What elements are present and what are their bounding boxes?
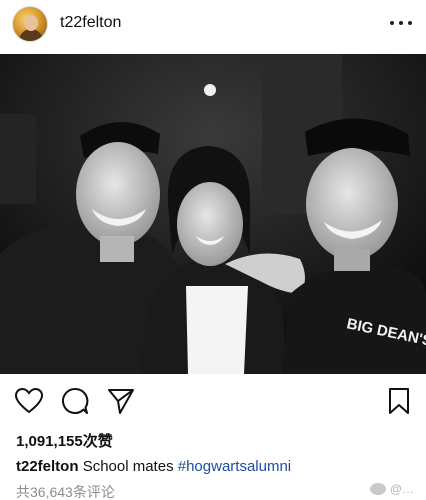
photo-light — [204, 84, 216, 96]
more-dot — [390, 21, 394, 25]
caption-hashtag[interactable]: #hogwartsalumni — [178, 458, 291, 475]
avatar-figure-face — [24, 15, 38, 31]
watermark: @… — [369, 482, 414, 496]
view-comments-link[interactable]: 共36,643条评论 — [16, 482, 115, 500]
more-dot — [408, 21, 412, 25]
send-icon[interactable] — [106, 386, 136, 416]
like-count[interactable]: 1,091,155次赞 — [16, 430, 113, 451]
avatar[interactable] — [12, 6, 48, 42]
post-header: t22felton — [0, 0, 426, 52]
photo-wall-panel — [0, 114, 36, 204]
post-caption: t22felton School mates #hogwartsalumni — [16, 458, 291, 475]
post-username[interactable]: t22felton — [60, 14, 121, 32]
caption-username[interactable]: t22felton — [16, 458, 79, 475]
bookmark-icon[interactable] — [384, 386, 414, 416]
action-bar — [0, 386, 426, 418]
comment-icon[interactable] — [60, 386, 90, 416]
photo-illustration: BIG DEAN'S — [0, 54, 426, 374]
watermark-text: @… — [389, 482, 414, 496]
more-options-icon[interactable] — [390, 12, 412, 34]
heart-icon[interactable] — [14, 386, 44, 416]
post-photo[interactable]: BIG DEAN'S — [0, 54, 426, 374]
more-dot — [399, 21, 403, 25]
weibo-logo-icon — [369, 483, 386, 495]
caption-text: School mates — [82, 458, 174, 475]
